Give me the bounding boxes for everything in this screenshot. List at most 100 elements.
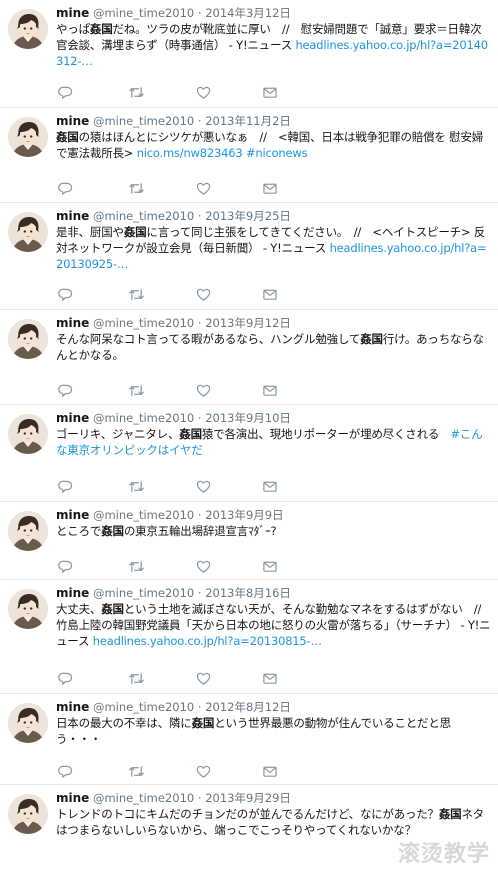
username-handle[interactable]: @mine_time2010 — [93, 700, 194, 714]
tweet-content: mine @mine_time2010 · 2013年9月29日 トレンドのトコ… — [56, 790, 492, 838]
avatar[interactable] — [8, 9, 48, 49]
avatar[interactable] — [8, 117, 48, 157]
heart-icon[interactable] — [194, 669, 212, 687]
tweet-text: ゴーリキ、ジャニタレ、姦国猿で各演出、現地リポーターが埋め尽くされる #こんな東… — [56, 426, 492, 458]
username-handle[interactable]: @mine_time2010 — [93, 316, 194, 330]
username-handle[interactable]: @mine_time2010 — [93, 586, 194, 600]
username-handle[interactable]: @mine_time2010 — [93, 508, 194, 522]
retweet-icon[interactable] — [127, 669, 145, 687]
tweet-date[interactable]: 2013年8月16日 — [205, 586, 291, 600]
tweet-content: mine @mine_time2010 · 2013年9月25日 是非、厨国や姦… — [56, 208, 492, 272]
emphasized-text: 姦国 — [89, 22, 113, 36]
display-name[interactable]: mine — [56, 316, 89, 330]
display-name[interactable]: mine — [56, 700, 89, 714]
avatar[interactable] — [8, 703, 48, 743]
heart-icon[interactable] — [194, 381, 212, 399]
direct-message-icon[interactable] — [261, 285, 279, 303]
retweet-icon[interactable] — [127, 381, 145, 399]
heart-icon[interactable] — [194, 179, 212, 197]
emphasized-text: 姦国 — [360, 332, 383, 346]
avatar[interactable] — [8, 794, 48, 834]
retweet-icon[interactable] — [127, 83, 145, 101]
tweet[interactable]: mine @mine_time2010 · 2013年9月12日 そんな阿呆なコ… — [0, 310, 498, 405]
display-name[interactable]: mine — [56, 114, 89, 128]
tweet-date[interactable]: 2013年9月12日 — [205, 316, 291, 330]
heart-icon[interactable] — [194, 83, 212, 101]
header-separator: · — [197, 316, 202, 330]
tweet[interactable]: mine @mine_time2010 · 2013年8月16日 大丈夫、姦国と… — [0, 580, 498, 694]
avatar[interactable] — [8, 319, 48, 359]
tweet-link[interactable]: headlines.yahoo.co.jp/hl?a=20130815-… — [93, 634, 322, 648]
heart-icon[interactable] — [194, 285, 212, 303]
tweet-date[interactable]: 2013年9月10日 — [205, 411, 291, 425]
retweet-icon[interactable] — [127, 285, 145, 303]
avatar[interactable] — [8, 212, 48, 252]
username-handle[interactable]: @mine_time2010 — [93, 114, 194, 128]
direct-message-icon[interactable] — [261, 179, 279, 197]
display-name[interactable]: mine — [56, 6, 89, 20]
reply-icon[interactable] — [56, 557, 74, 575]
retweet-icon[interactable] — [127, 762, 145, 780]
direct-message-icon[interactable] — [261, 762, 279, 780]
tweet-date[interactable]: 2013年11月2日 — [205, 114, 291, 128]
tweet[interactable]: mine @mine_time2010 · 2013年11月2日 姦国の猿はほん… — [0, 108, 498, 203]
direct-message-icon[interactable] — [261, 477, 279, 495]
direct-message-icon[interactable] — [261, 381, 279, 399]
tweet-content: mine @mine_time2010 · 2013年9月9日 ところで姦国の東… — [56, 507, 492, 539]
reply-icon[interactable] — [56, 179, 74, 197]
tweet[interactable]: mine @mine_time2010 · 2013年9月10日 ゴーリキ、ジャ… — [0, 405, 498, 502]
display-name[interactable]: mine — [56, 411, 89, 425]
reply-icon[interactable] — [56, 477, 74, 495]
username-handle[interactable]: @mine_time2010 — [93, 6, 194, 20]
display-name[interactable]: mine — [56, 209, 89, 223]
tweet[interactable]: mine @mine_time2010 · 2012年8月12日 日本の最大の不… — [0, 694, 498, 785]
hashtag-link[interactable]: #niconews — [246, 146, 308, 160]
tweet[interactable]: mine @mine_time2010 · 2013年9月9日 ところで姦国の東… — [0, 502, 498, 580]
heart-icon[interactable] — [194, 477, 212, 495]
tweet-text: そんな阿呆なコト言ってる暇があるなら、ハングル勉強して姦国行け。あっちならなんと… — [56, 331, 492, 363]
reply-icon[interactable] — [56, 285, 74, 303]
reply-icon[interactable] — [56, 762, 74, 780]
reply-icon[interactable] — [56, 669, 74, 687]
username-handle[interactable]: @mine_time2010 — [93, 209, 194, 223]
retweet-icon[interactable] — [127, 477, 145, 495]
tweet-date[interactable]: 2012年8月12日 — [205, 700, 291, 714]
text-run: ゴーリキ、ジャニタレ、 — [56, 427, 180, 441]
text-run: 是非、厨国や — [56, 225, 124, 239]
direct-message-icon[interactable] — [261, 557, 279, 575]
header-separator: · — [197, 6, 202, 20]
username-handle[interactable]: @mine_time2010 — [93, 791, 194, 805]
heart-icon[interactable] — [194, 557, 212, 575]
direct-message-icon[interactable] — [261, 83, 279, 101]
display-name[interactable]: mine — [56, 791, 89, 805]
avatar[interactable] — [8, 414, 48, 454]
avatar[interactable] — [8, 511, 48, 551]
emphasized-text: 姦国 — [191, 716, 215, 730]
tweet-date[interactable]: 2014年3月12日 — [205, 6, 291, 20]
tweet-header: mine @mine_time2010 · 2013年9月25日 — [56, 208, 492, 224]
emphasized-text: 姦国 — [101, 602, 124, 616]
tweet[interactable]: mine @mine_time2010 · 2014年3月12日 やっぱ姦国だね… — [0, 0, 498, 108]
tweet-content: mine @mine_time2010 · 2012年8月12日 日本の最大の不… — [56, 699, 492, 747]
header-separator: · — [197, 700, 202, 714]
tweet-timeline: mine @mine_time2010 · 2014年3月12日 やっぱ姦国だね… — [0, 0, 498, 874]
username-handle[interactable]: @mine_time2010 — [93, 411, 194, 425]
reply-icon[interactable] — [56, 83, 74, 101]
header-separator: · — [197, 209, 202, 223]
tweet[interactable]: mine @mine_time2010 · 2013年9月25日 是非、厨国や姦… — [0, 203, 498, 310]
tweet-date[interactable]: 2013年9月9日 — [205, 508, 283, 522]
retweet-icon[interactable] — [127, 557, 145, 575]
tweet-date[interactable]: 2013年9月29日 — [205, 791, 291, 805]
tweet-date[interactable]: 2013年9月25日 — [205, 209, 291, 223]
reply-icon[interactable] — [56, 381, 74, 399]
display-name[interactable]: mine — [56, 508, 89, 522]
header-separator: · — [197, 586, 202, 600]
tweet-link[interactable]: nico.ms/nw823463 — [137, 146, 243, 160]
avatar[interactable] — [8, 589, 48, 629]
heart-icon[interactable] — [194, 762, 212, 780]
display-name[interactable]: mine — [56, 586, 89, 600]
tweet-header: mine @mine_time2010 · 2013年9月29日 — [56, 790, 492, 806]
direct-message-icon[interactable] — [261, 669, 279, 687]
retweet-icon[interactable] — [127, 179, 145, 197]
text-run: 大丈夫、 — [56, 602, 102, 616]
